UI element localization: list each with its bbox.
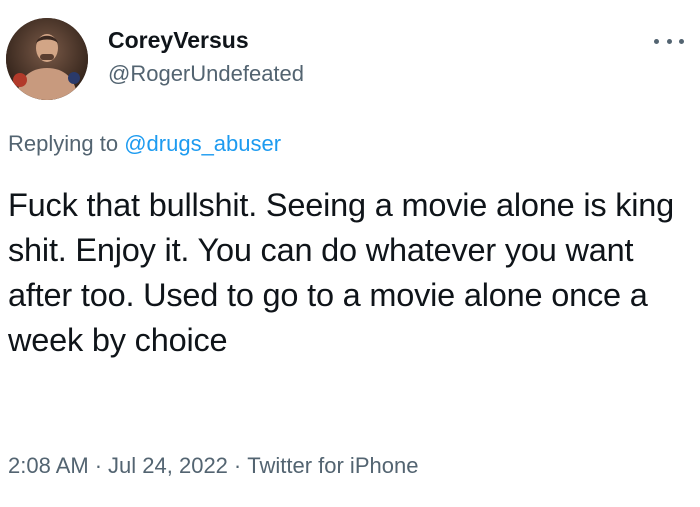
tweet-meta: 2:08 AM · Jul 24, 2022 · Twitter for iPhone (8, 452, 418, 480)
tweet-time-link[interactable]: 2:08 AM (8, 453, 89, 478)
meta-separator: · (94, 453, 103, 478)
replying-to: Replying to @drugs_abuser (8, 130, 281, 158)
tweet-card: CoreyVersus @RogerUndefeated Replying to… (0, 0, 700, 507)
more-options-icon[interactable] (654, 34, 684, 48)
author-handle[interactable]: @RogerUndefeated (108, 60, 304, 88)
reply-mention-link[interactable]: @drugs_abuser (124, 131, 281, 156)
tweet-date-link[interactable]: Jul 24, 2022 (108, 453, 228, 478)
author-display-name[interactable]: CoreyVersus (108, 26, 249, 54)
tweet-source-link[interactable]: Twitter for iPhone (247, 453, 418, 478)
avatar-image (6, 18, 88, 100)
replying-to-label: Replying to (8, 131, 119, 156)
avatar[interactable] (6, 18, 88, 100)
more-dot (679, 38, 684, 44)
meta-separator: · (233, 453, 242, 478)
more-dot (666, 38, 672, 44)
more-dot (654, 38, 659, 44)
tweet-text: Fuck that bullshit. Seeing a movie alone… (8, 187, 675, 358)
